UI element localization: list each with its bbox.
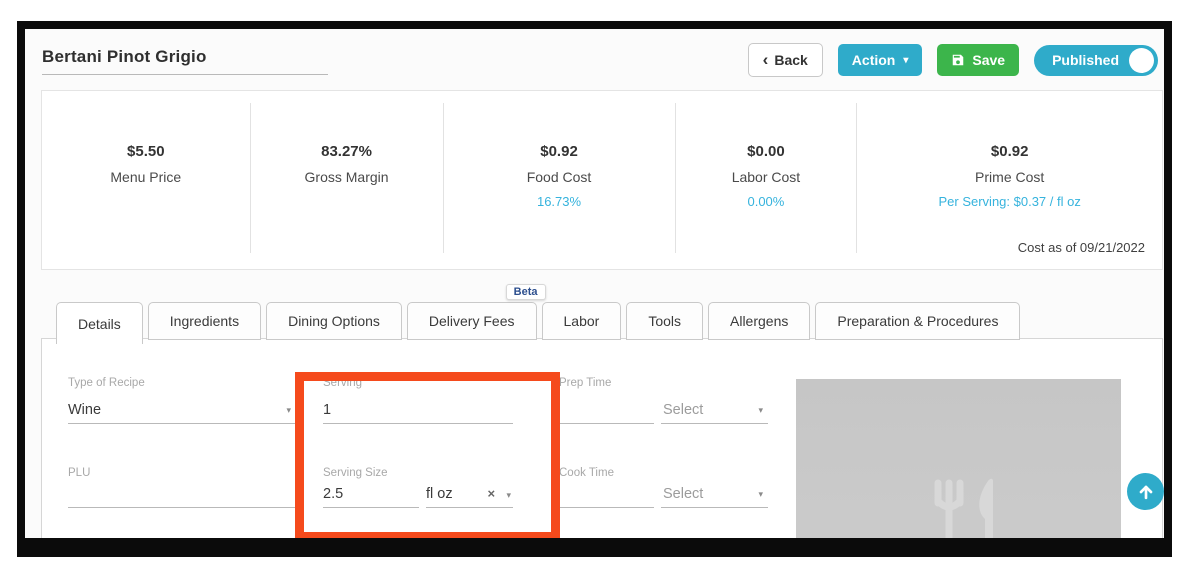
caret-down-icon: ▾: [758, 489, 763, 500]
stat-label: Menu Price: [110, 169, 181, 185]
select-placeholder: Select: [663, 486, 703, 502]
type-of-recipe-select[interactable]: Type of Recipe Wine ▾: [68, 377, 296, 424]
stat-gross-margin: 83.27% Gross Margin: [251, 103, 444, 253]
stat-value: $5.50: [127, 143, 165, 160]
arrow-up-icon: [1136, 482, 1156, 502]
cook-time-input[interactable]: Cook Time: [559, 467, 654, 508]
beta-badge: Beta: [506, 284, 546, 300]
plu-input[interactable]: PLU: [68, 467, 296, 508]
tab-label: Ingredients: [170, 313, 239, 329]
field-label: Cook Time: [559, 467, 614, 479]
field-label: Serving Size: [323, 467, 388, 479]
utensils-icon: [926, 477, 1004, 557]
stat-label: Gross Margin: [305, 169, 389, 185]
cook-time-unit-select[interactable]: Select ▾: [661, 467, 768, 508]
stat-prime-cost: $0.92 Prime Cost Per Serving: $0.37 / fl…: [857, 103, 1162, 253]
stat-labor-cost: $0.00 Labor Cost 0.00%: [676, 103, 858, 253]
back-button-label: Back: [774, 52, 807, 68]
tab-delivery-fees[interactable]: Delivery Fees Beta: [407, 302, 537, 340]
field-value: 1: [323, 402, 331, 418]
prep-time-unit-select[interactable]: Select ▾: [661, 377, 768, 424]
stat-menu-price: $5.50 Menu Price: [42, 103, 251, 253]
recipe-image-placeholder: [796, 379, 1121, 557]
tab-label: Labor: [564, 313, 600, 329]
field-value: fl oz: [426, 486, 453, 502]
stat-sub-value: 0.00%: [747, 194, 784, 209]
serving-size-unit-select[interactable]: fl oz × ▾: [426, 467, 513, 508]
tab-ingredients[interactable]: Ingredients: [148, 302, 261, 340]
page-header: Bertani Pinot Grigio ‹ Back Action ▾ Sav…: [42, 39, 1158, 77]
recipe-title-input[interactable]: Bertani Pinot Grigio: [42, 39, 328, 75]
tab-dining-options[interactable]: Dining Options: [266, 302, 402, 340]
caret-down-icon: ▾: [903, 55, 908, 66]
tab-preparation-procedures[interactable]: Preparation & Procedures: [815, 302, 1020, 340]
tab-label: Preparation & Procedures: [837, 313, 998, 329]
field-label: Prep Time: [559, 377, 611, 389]
tab-tools[interactable]: Tools: [626, 302, 703, 340]
app-window: Bertani Pinot Grigio ‹ Back Action ▾ Sav…: [17, 21, 1172, 557]
stat-value: $0.00: [747, 143, 785, 160]
back-chevron-icon: ‹: [763, 53, 769, 67]
stat-label: Food Cost: [527, 169, 592, 185]
stat-sub-value: 16.73%: [537, 194, 581, 209]
action-button-label: Action: [852, 52, 896, 68]
recipe-tabs: Details Ingredients Dining Options Deliv…: [56, 302, 1020, 344]
caret-down-icon: ▾: [758, 405, 763, 416]
tab-details[interactable]: Details: [56, 302, 143, 344]
tab-label: Tools: [648, 313, 681, 329]
published-toggle[interactable]: Published: [1034, 45, 1158, 76]
stat-value: $0.92: [991, 143, 1029, 160]
save-button[interactable]: Save: [937, 44, 1019, 76]
save-icon: [951, 53, 965, 67]
back-button[interactable]: ‹ Back: [748, 43, 823, 77]
serving-input[interactable]: Serving 1: [323, 377, 513, 424]
action-dropdown-button[interactable]: Action ▾: [838, 44, 923, 76]
field-value: Wine: [68, 402, 101, 418]
stat-label: Labor Cost: [732, 169, 800, 185]
stats-row: $5.50 Menu Price 83.27% Gross Margin $0.…: [42, 103, 1162, 253]
cost-summary-card: $5.50 Menu Price 83.27% Gross Margin $0.…: [41, 90, 1163, 270]
field-label: Type of Recipe: [68, 377, 145, 389]
stat-sub-value: Per Serving: $0.37 / fl oz: [938, 194, 1080, 209]
published-toggle-label: Published: [1052, 52, 1119, 68]
tab-label: Allergens: [730, 313, 788, 329]
tab-allergens[interactable]: Allergens: [708, 302, 810, 340]
tab-labor[interactable]: Labor: [542, 302, 622, 340]
caret-down-icon[interactable]: ▾: [506, 490, 511, 500]
unit-controls: × ▾: [488, 486, 511, 501]
serving-size-input[interactable]: Serving Size 2.5: [323, 467, 419, 508]
header-actions: ‹ Back Action ▾ Save Published: [748, 43, 1158, 77]
field-label: Serving: [323, 377, 362, 389]
caret-down-icon: ▾: [286, 405, 291, 416]
cost-as-of-date: Cost as of 09/21/2022: [1018, 240, 1145, 255]
field-value: 2.5: [323, 486, 343, 502]
stat-food-cost: $0.92 Food Cost 16.73%: [444, 103, 676, 253]
select-placeholder: Select: [663, 402, 703, 418]
tab-label: Details: [78, 316, 121, 332]
tab-label: Dining Options: [288, 313, 380, 329]
tab-label: Delivery Fees: [429, 313, 515, 329]
stat-value: $0.92: [540, 143, 578, 160]
clear-icon[interactable]: ×: [488, 486, 496, 501]
prep-time-input[interactable]: Prep Time: [559, 377, 654, 424]
toggle-knob: [1129, 48, 1154, 73]
save-button-label: Save: [972, 52, 1005, 68]
stat-value: 83.27%: [321, 143, 372, 160]
page-title: Bertani Pinot Grigio: [42, 47, 207, 66]
details-panel: Type of Recipe Wine ▾ PLU Serving 1 Serv…: [41, 338, 1163, 557]
stat-label: Prime Cost: [975, 169, 1044, 185]
field-label: PLU: [68, 467, 90, 479]
screenshot-page: Bertani Pinot Grigio ‹ Back Action ▾ Sav…: [0, 0, 1204, 562]
scroll-to-top-button[interactable]: [1127, 473, 1164, 510]
